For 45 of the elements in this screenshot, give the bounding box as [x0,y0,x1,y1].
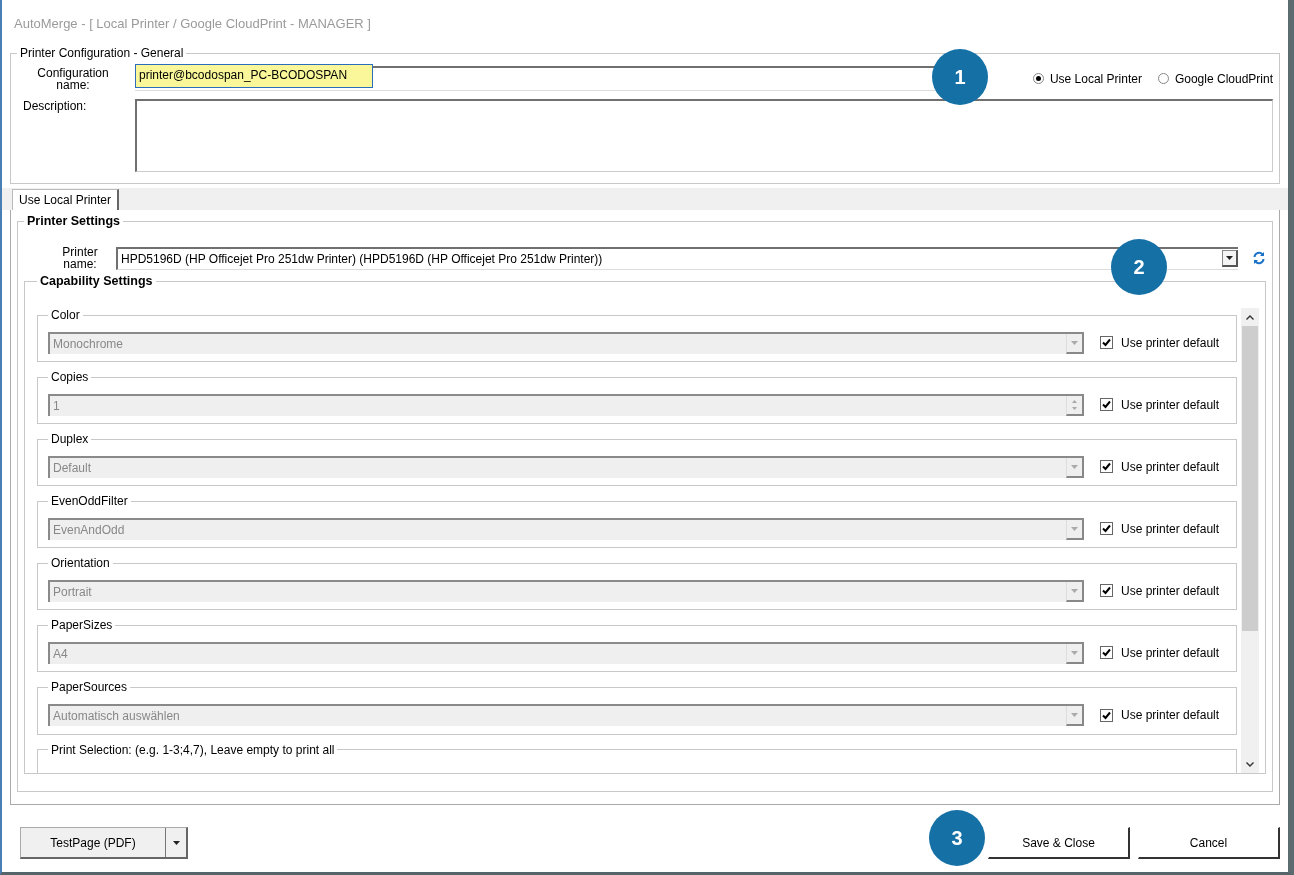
radio-option[interactable]: Google CloudPrint [1157,71,1273,86]
group-title: Copies [50,370,90,385]
caret-icon [1071,464,1078,469]
refresh-icon[interactable] [1252,251,1266,265]
caret-icon [1226,256,1233,260]
checkbox-option[interactable]: Use printer default [1100,645,1230,660]
group-title: Capability Settings [39,275,154,288]
radio-option[interactable]: Use Local Printer [1032,71,1142,86]
group-title: PaperSources [50,680,129,695]
group-title: PaperSizes [50,618,114,633]
tab[interactable]: Use Local Printer [12,189,120,210]
save-close-button[interactable]: Save & Close [988,827,1130,859]
group-title: Color [50,308,81,322]
group-title: Orientation [50,556,111,571]
description-field[interactable] [135,99,1273,172]
group-title: Print Selection: (e.g. 1-3;4,7), Leave empty to print all [50,742,336,757]
caret-icon [1071,588,1078,593]
field-label: Configuration name: [36,66,110,91]
checkbox-option[interactable]: Use printer default [1100,397,1230,412]
caret-icon [172,840,180,845]
group-title: Duplex [50,432,90,447]
checkbox-option[interactable]: Use printer default [1100,583,1230,598]
checkbox-option[interactable]: Use printer default [1100,521,1230,536]
caret-icon [1071,526,1078,531]
field-label: Printer name: [61,246,99,270]
scrollbar-thumb[interactable] [1242,326,1258,631]
step-number-badge: 3 [929,810,985,866]
caret-icon [1071,340,1078,345]
spinner-arrows-icon [1071,398,1078,411]
group-title: Printer Configuration - General [19,46,185,60]
group-title: Printer Settings [26,214,122,228]
group-title: EvenOddFilter [50,494,129,509]
caret-icon [1071,713,1078,717]
checkbox-option[interactable]: Use printer default [1100,335,1230,350]
input-field[interactable]: printer@bcodospan_PC-BCODOSPAN [135,64,373,88]
step-number-badge: 2 [1111,239,1167,295]
cancel-button[interactable]: Cancel [1138,827,1280,859]
scroll-down-icon[interactable] [1246,761,1254,767]
field-label: Description: [22,99,88,115]
window-title: AutoMerge - [ Local Printer / Google CloudPrint - MANAGER ] [13,14,372,33]
step-number-badge: 1 [932,49,988,105]
caret-icon [1071,650,1078,655]
checkbox-option[interactable]: Use printer default [1100,459,1230,474]
scroll-up-icon[interactable] [1246,314,1254,320]
checkbox-option[interactable]: Use printer default [1100,708,1230,722]
